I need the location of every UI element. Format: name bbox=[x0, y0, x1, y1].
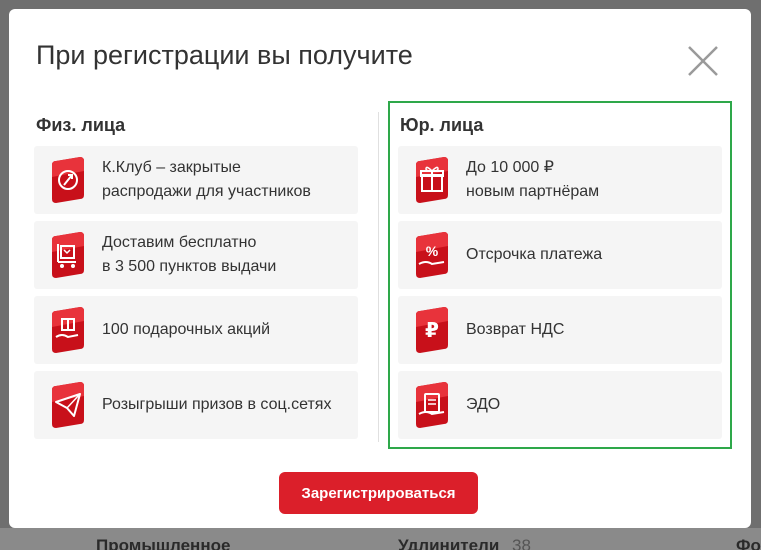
benefit-card-gifts: 100 подарочных акций bbox=[34, 296, 358, 364]
background-text: Фо bbox=[736, 536, 761, 550]
benefit-text: Возврат НДС bbox=[466, 321, 565, 338]
background-text: 38 bbox=[512, 536, 531, 550]
benefit-card-vat: ₽ Возврат НДС bbox=[398, 296, 722, 364]
benefit-text: Отсрочка платежа bbox=[466, 246, 603, 263]
benefit-text: До 10 000 ₽ новым партнёрам bbox=[466, 159, 600, 200]
send-icon bbox=[52, 382, 84, 428]
benefit-text: К.Клуб – закрытые распродажи для участни… bbox=[102, 159, 311, 200]
background-content: Промышленное Удлинители 38 Фо bbox=[0, 528, 761, 550]
rocket-icon bbox=[52, 157, 84, 203]
benefit-text: Доставим бесплатно в 3 500 пунктов выдач… bbox=[102, 234, 277, 275]
percent-icon: % bbox=[416, 232, 448, 278]
benefit-card-kclub: К.Клуб – закрытые распродажи для участни… bbox=[34, 146, 358, 214]
benefit-card-prizes: Розыгрыши призов в соц.сетях bbox=[34, 371, 358, 439]
background-text: Удлинители bbox=[398, 536, 500, 550]
svg-text:₽: ₽ bbox=[425, 318, 439, 342]
ruble-icon: ₽ bbox=[416, 307, 448, 353]
benefit-card-delivery: Доставим бесплатно в 3 500 пунктов выдач… bbox=[34, 221, 358, 289]
benefit-card-deferral: % Отсрочка платежа bbox=[398, 221, 722, 289]
individuals-title: Физ. лица bbox=[36, 115, 126, 135]
benefit-card-bonus: До 10 000 ₽ новым партнёрам bbox=[398, 146, 722, 214]
benefit-text: Розыгрыши призов в соц.сетях bbox=[102, 396, 332, 413]
benefit-text: ЭДО bbox=[466, 396, 501, 413]
document-icon bbox=[416, 382, 448, 428]
modal-title: При регистрации вы получите bbox=[36, 40, 413, 70]
gift-hand-icon bbox=[52, 307, 84, 353]
close-icon bbox=[688, 46, 718, 76]
close-button[interactable] bbox=[683, 41, 723, 81]
svg-text:%: % bbox=[426, 243, 439, 259]
legal-title: Юр. лица bbox=[400, 115, 484, 135]
delivery-icon bbox=[52, 232, 84, 278]
column-divider bbox=[378, 112, 379, 442]
registration-modal: При регистрации вы получите Физ. лица К.… bbox=[9, 9, 751, 528]
background-text: Промышленное bbox=[96, 536, 231, 550]
benefit-card-edo: ЭДО bbox=[398, 371, 722, 439]
gift-icon bbox=[416, 157, 448, 203]
benefit-text: 100 подарочных акций bbox=[102, 321, 271, 338]
register-button[interactable]: Зарегистрироваться bbox=[279, 472, 478, 514]
